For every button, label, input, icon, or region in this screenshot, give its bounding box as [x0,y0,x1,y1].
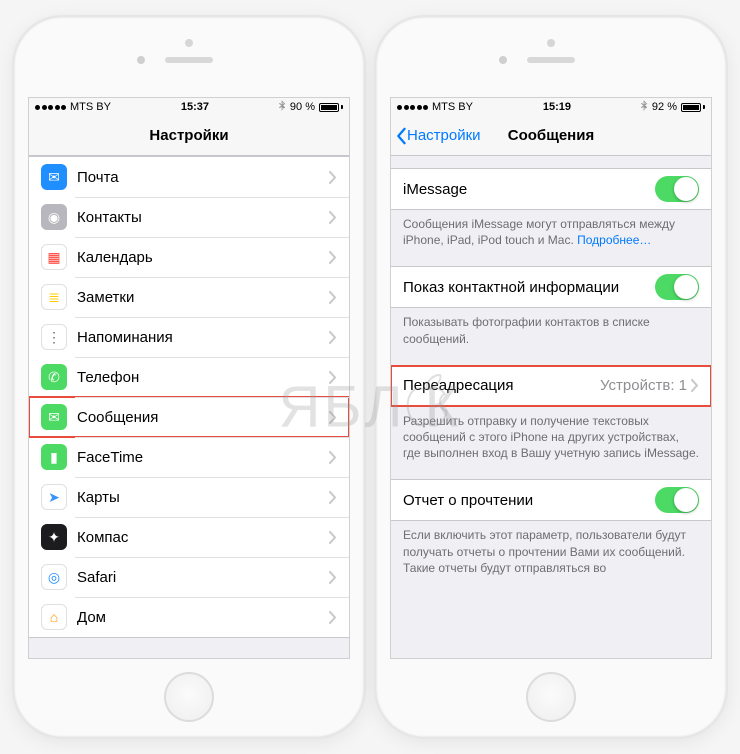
chevron-right-icon [329,531,337,544]
front-camera [137,56,145,64]
battery-icon [681,103,705,112]
chevron-right-icon [691,379,699,392]
battery-pct: 90 % [290,101,315,113]
back-label: Настройки [407,127,481,144]
row-label: Дом [77,609,329,626]
calendar-icon: ▦ [41,244,67,270]
cell-detail: Устройств: 1 [600,377,687,394]
chevron-right-icon [329,451,337,464]
signal-dots-icon [397,105,428,110]
back-button[interactable]: Настройки [391,127,481,145]
settings-row-compass[interactable]: ✦ Компас [29,517,349,557]
safari-icon: ◎ [41,564,67,590]
cell-label: Отчет о прочтении [403,492,655,509]
messages-settings-list[interactable]: iMessage Сообщения iMessage могут отправл… [391,156,711,658]
settings-row-mail[interactable]: ✉ Почта [29,157,349,197]
settings-row-maps[interactable]: ➤ Карты [29,477,349,517]
row-label: Заметки [77,289,329,306]
screen-left: MTS BY 15:37 90 % Настройки ✉ Почта ◉ Конта… [28,97,350,659]
maps-icon: ➤ [41,484,67,510]
messages-icon: ✉ [41,404,67,430]
settings-row-contacts[interactable]: ◉ Контакты [29,197,349,237]
reminders-icon: ⋮ [41,324,67,350]
chevron-right-icon [329,371,337,384]
toggle-switch[interactable] [655,274,699,300]
row-label: Календарь [77,249,329,266]
row-label: Карты [77,489,329,506]
front-camera [499,56,507,64]
settings-row-reminders[interactable]: ⋮ Напоминания [29,317,349,357]
signal-dots-icon [35,105,66,110]
row-label: Телефон [77,369,329,386]
row-label: FaceTime [77,449,329,466]
settings-row-home[interactable]: ⌂ Дом [29,597,349,637]
chevron-right-icon [329,291,337,304]
chevron-right-icon [329,331,337,344]
section-footer: Показывать фотографии контактов в списке… [391,308,711,350]
section-footer: Сообщения iMessage могут отправляться ме… [391,210,711,252]
settings-row-phone[interactable]: ✆ Телефон [29,357,349,397]
cell-label: Показ контактной информации [403,279,655,296]
phone-icon: ✆ [41,364,67,390]
nav-title: Настройки [29,127,349,144]
carrier-label: MTS BY [70,101,111,113]
toggle-switch[interactable] [655,487,699,513]
read-receipts-toggle[interactable]: Отчет о прочтении [391,480,711,520]
proximity-sensor [547,39,555,47]
cell-label: Переадресация [403,377,600,394]
chevron-right-icon [329,571,337,584]
compass-icon: ✦ [41,524,67,550]
chevron-right-icon [329,611,337,624]
clock: 15:37 [181,101,209,113]
iphone-right-frame: MTS BY 15:19 92 % Настройки Сообщения iM… [376,17,726,737]
row-label: Контакты [77,209,329,226]
screen-right: MTS BY 15:19 92 % Настройки Сообщения iM… [390,97,712,659]
chevron-right-icon [329,171,337,184]
settings-row-messages[interactable]: ✉ Сообщения [29,397,349,437]
bluetooth-icon [279,100,286,114]
settings-row-notes[interactable]: ≣ Заметки [29,277,349,317]
contacts-icon: ◉ [41,204,67,230]
row-label: Напоминания [77,329,329,346]
nav-bar: Настройки [29,116,349,156]
battery-pct: 92 % [652,101,677,113]
row-label: Safari [77,569,329,586]
imessage-toggle[interactable]: iMessage [391,169,711,209]
status-bar: MTS BY 15:19 92 % [391,98,711,116]
settings-row-safari[interactable]: ◎ Safari [29,557,349,597]
clock: 15:19 [543,101,571,113]
learn-more-link[interactable]: Подробнее… [577,233,651,247]
chevron-right-icon [329,491,337,504]
home-button[interactable] [164,672,214,722]
home-icon: ⌂ [41,604,67,630]
battery-icon [319,103,343,112]
section-footer: Если включить этот параметр, пользовател… [391,521,711,580]
show-contact-toggle[interactable]: Показ контактной информации [391,267,711,307]
home-button[interactable] [526,672,576,722]
toggle-switch[interactable] [655,176,699,202]
notes-icon: ≣ [41,284,67,310]
settings-row-calendar[interactable]: ▦ Календарь [29,237,349,277]
mail-icon: ✉ [41,164,67,190]
row-label: Почта [77,169,329,186]
chevron-right-icon [329,411,337,424]
settings-row-facetime[interactable]: ▮ FaceTime [29,437,349,477]
section-footer: Разрешить отправку и получение текстовых… [391,407,711,466]
bluetooth-icon [641,100,648,114]
text-forwarding[interactable]: ПереадресацияУстройств: 1 [391,366,711,406]
speaker-grille [527,57,575,63]
facetime-icon: ▮ [41,444,67,470]
carrier-label: MTS BY [432,101,473,113]
iphone-left-frame: MTS BY 15:37 90 % Настройки ✉ Почта ◉ Конта… [14,17,364,737]
chevron-right-icon [329,211,337,224]
row-label: Компас [77,529,329,546]
row-label: Сообщения [77,409,329,426]
cell-label: iMessage [403,181,655,198]
chevron-right-icon [329,251,337,264]
status-bar: MTS BY 15:37 90 % [29,98,349,116]
settings-list[interactable]: ✉ Почта ◉ Контакты ▦ Календарь ≣ Заметки ⋮ Напоми… [29,156,349,658]
nav-bar: Настройки Сообщения [391,116,711,156]
speaker-grille [165,57,213,63]
proximity-sensor [185,39,193,47]
